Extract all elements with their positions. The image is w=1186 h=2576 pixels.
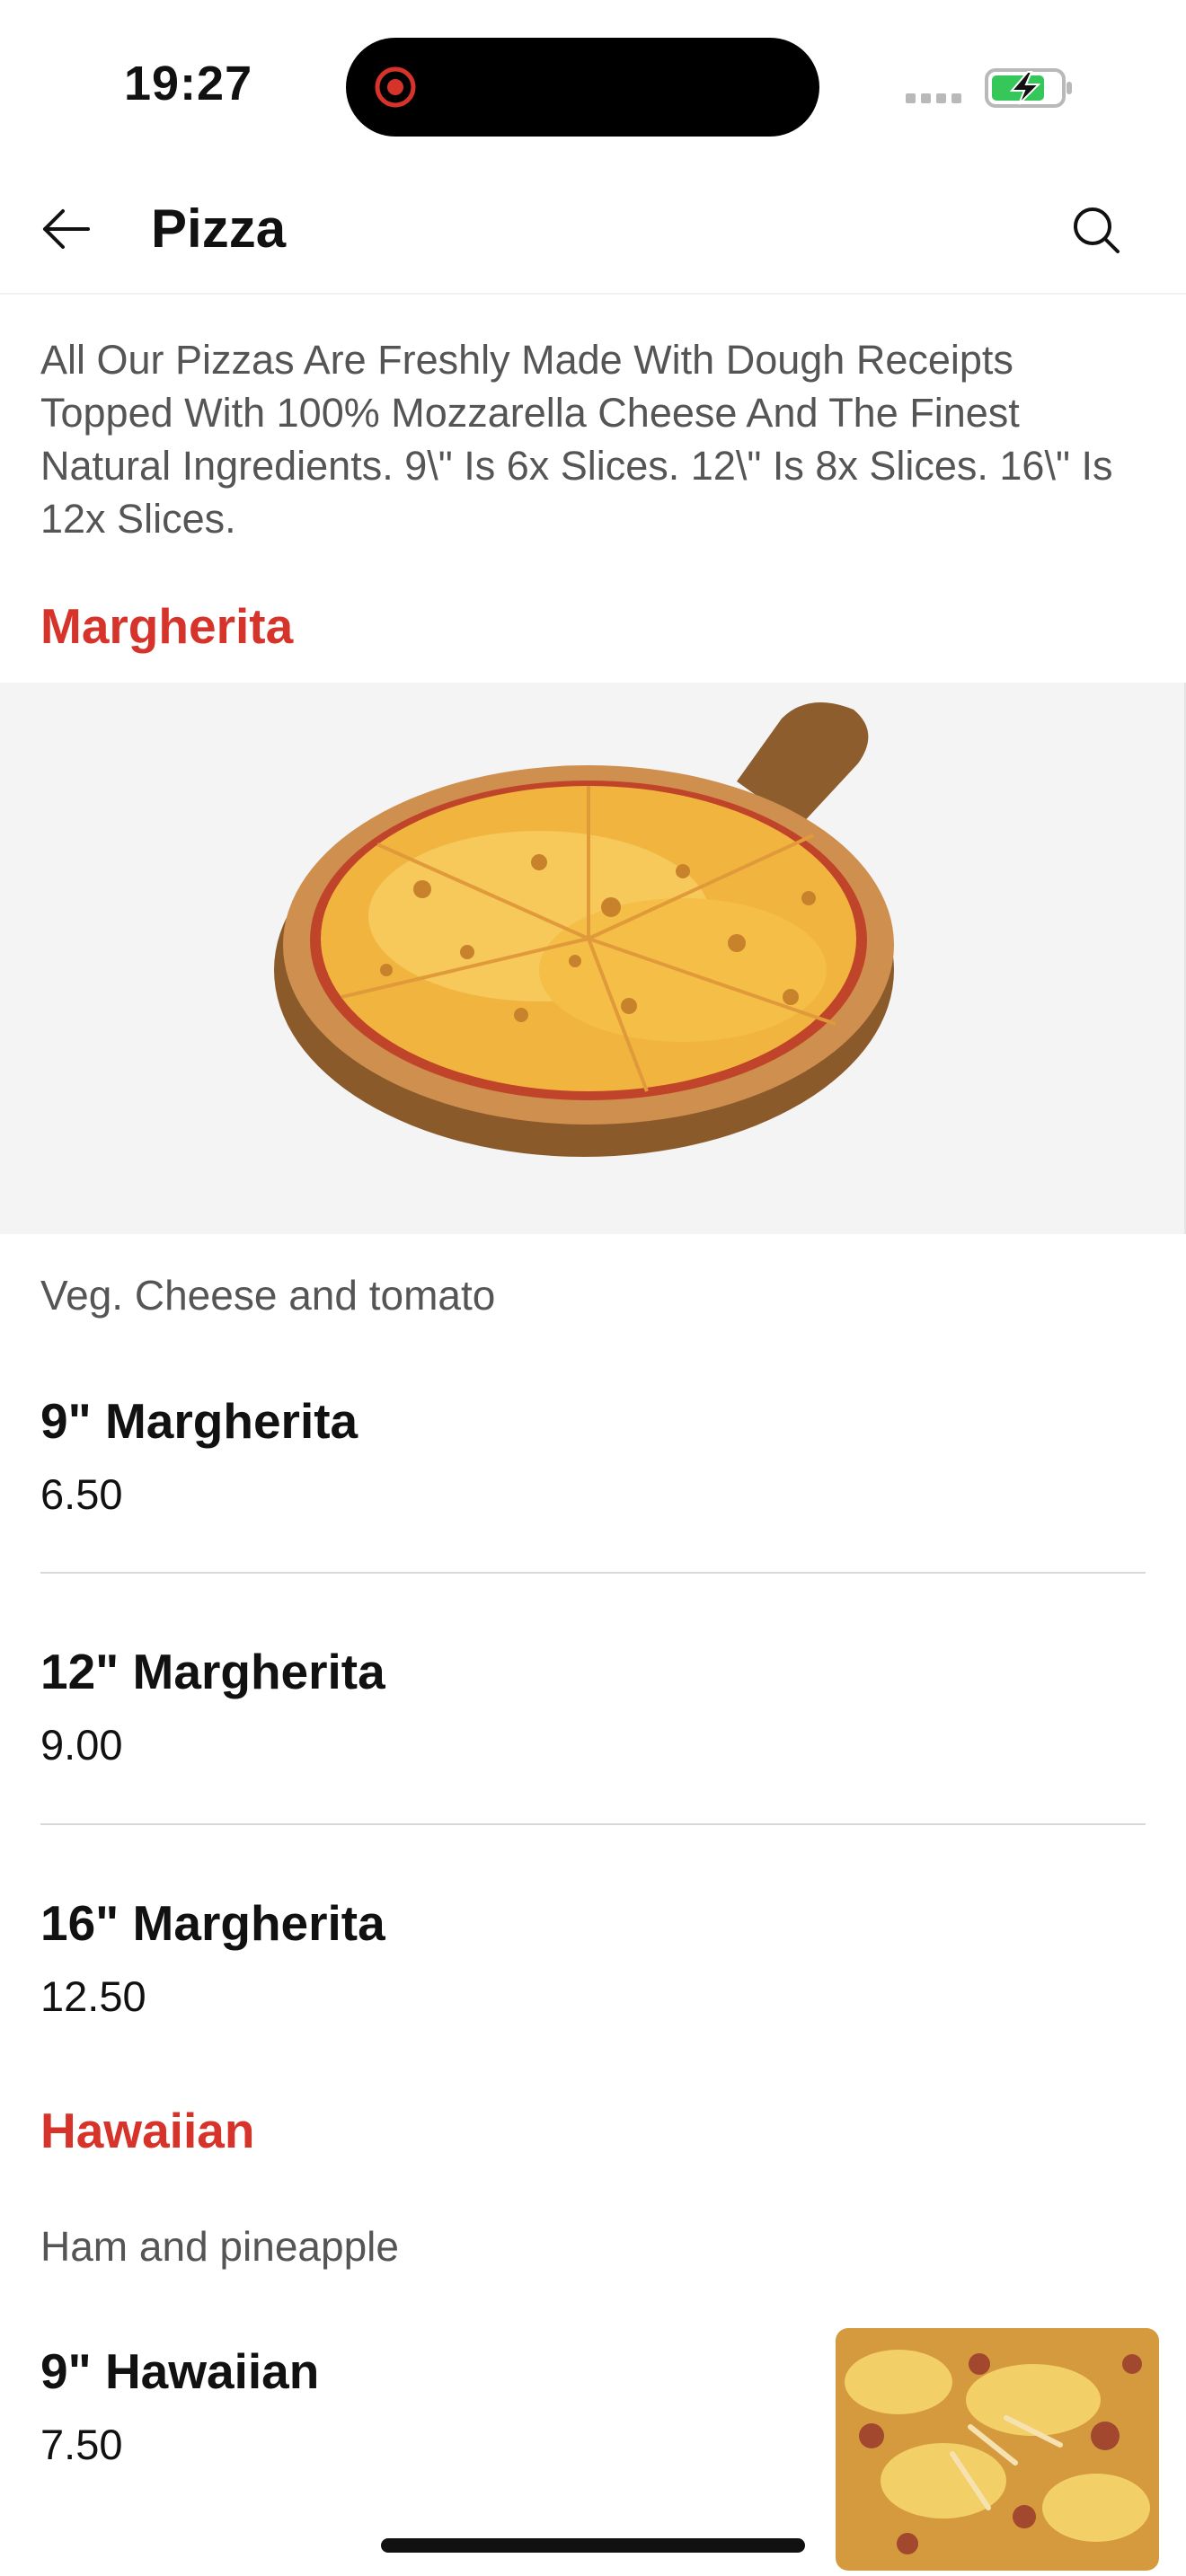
section-description-margherita: Veg. Cheese and tomato (40, 1272, 496, 1319)
hawaiian-thumbnail[interactable] (836, 2328, 1159, 2571)
status-time: 19:27 (124, 57, 253, 110)
arrow-left-icon[interactable] (40, 202, 93, 256)
battery-charging-icon (985, 68, 1072, 108)
menu-item-name[interactable]: 12" Margherita (40, 1643, 385, 1700)
app-header: Pizza (0, 171, 1186, 295)
home-indicator[interactable] (381, 2538, 805, 2553)
search-icon[interactable] (1069, 203, 1123, 257)
menu-item-name[interactable]: 9" Hawaiian (40, 2342, 319, 2400)
menu-item-price: 6.50 (40, 1470, 123, 1518)
menu-item-price: 7.50 (40, 2421, 123, 2468)
menu-item-price: 9.00 (40, 1721, 123, 1769)
menu-item-name[interactable]: 16" Margherita (40, 1894, 385, 1952)
menu-intro-text: All Our Pizzas Are Freshly Made With Dou… (40, 337, 1113, 542)
section-title-margherita: Margherita (40, 598, 294, 654)
section-title-hawaiian: Hawaiian (40, 2103, 255, 2158)
margherita-image (0, 683, 1186, 1234)
menu-item-name[interactable]: 9" Margherita (40, 1392, 358, 1450)
dynamic-island (346, 38, 819, 137)
section-description-hawaiian: Ham and pineapple (40, 2223, 399, 2270)
divider (40, 1823, 1146, 1825)
divider (40, 1572, 1146, 1574)
status-bar: 19:27 (0, 0, 1186, 171)
record-icon (375, 66, 416, 108)
signal-icon (906, 93, 961, 103)
menu-item-price: 12.50 (40, 1972, 146, 2020)
page-title: Pizza (151, 198, 287, 259)
